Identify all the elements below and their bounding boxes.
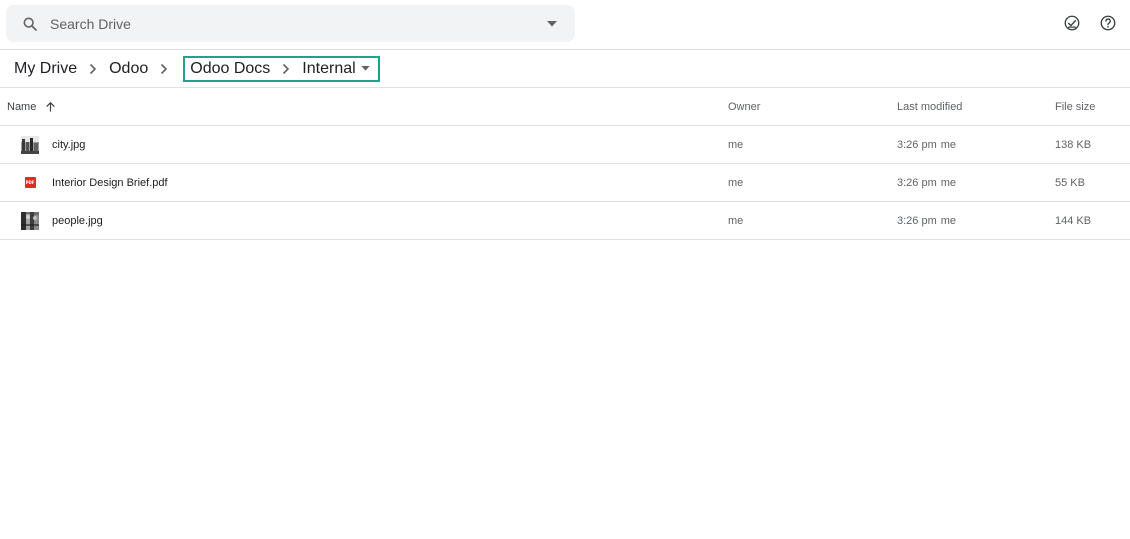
- table-header: Name Owner Last modified File size: [0, 88, 1130, 126]
- table-row[interactable]: PDF Interior Design Brief.pdf me 3:26 pm…: [0, 164, 1130, 202]
- file-type-cell: PDF: [20, 164, 40, 201]
- column-header-name[interactable]: Name: [7, 88, 56, 126]
- column-header-name-label: Name: [7, 101, 37, 113]
- modified-time: 3:26 pm: [897, 176, 937, 189]
- breadcrumb-item-odoo[interactable]: Odoo: [109, 60, 148, 78]
- check-circle-icon[interactable]: [1062, 13, 1082, 33]
- breadcrumb-highlight: Odoo Docs Internal: [183, 55, 380, 82]
- breadcrumb: My Drive Odoo Odoo Docs Internal: [0, 50, 1130, 88]
- search-input[interactable]: [50, 11, 520, 36]
- chevron-right-icon: [81, 63, 105, 75]
- file-type-cell: [20, 126, 40, 163]
- file-owner: me: [728, 176, 744, 189]
- chevron-right-icon: [152, 63, 176, 75]
- file-size: 55 KB: [1055, 176, 1085, 189]
- file-name: Interior Design Brief.pdf: [52, 176, 168, 189]
- search-icon[interactable]: [21, 15, 39, 33]
- top-right-icons: [1062, 13, 1118, 33]
- modified-by: me: [940, 176, 957, 189]
- breadcrumb-item-internal[interactable]: Internal: [302, 60, 355, 78]
- file-name: city.jpg: [52, 138, 86, 151]
- file-owner: me: [728, 214, 744, 227]
- file-size: 144 KB: [1055, 214, 1092, 227]
- breadcrumb-item-odoo-docs[interactable]: Odoo Docs: [190, 60, 270, 78]
- file-name: people.jpg: [52, 214, 103, 227]
- image-thumbnail-icon: [21, 211, 39, 230]
- column-header-last-modified[interactable]: Last modified: [897, 88, 962, 126]
- breadcrumb-item-my-drive[interactable]: My Drive: [14, 60, 77, 78]
- table-row[interactable]: city.jpg me 3:26 pm me 138 KB: [0, 126, 1130, 164]
- modified-time: 3:26 pm: [897, 214, 937, 227]
- image-thumbnail-icon: [21, 135, 39, 154]
- chevron-right-icon: [274, 63, 298, 75]
- pdf-icon: PDF: [24, 177, 36, 188]
- file-list: Name Owner Last modified File size city.…: [0, 88, 1130, 240]
- file-last-modified: 3:26 pm me: [897, 202, 956, 239]
- help-icon[interactable]: [1098, 13, 1118, 33]
- arrow-up-icon[interactable]: [44, 101, 56, 113]
- top-bar: [0, 0, 1130, 50]
- folder-menu-caret-down-icon[interactable]: [358, 61, 374, 77]
- column-header-file-size[interactable]: File size: [1055, 88, 1095, 126]
- modified-by: me: [940, 138, 957, 151]
- search-options-caret-down-icon[interactable]: [545, 17, 559, 31]
- search-box[interactable]: [6, 5, 575, 42]
- file-owner: me: [728, 138, 744, 151]
- file-size: 138 KB: [1055, 138, 1092, 151]
- modified-time: 3:26 pm: [897, 138, 937, 151]
- modified-by: me: [940, 214, 957, 227]
- file-last-modified: 3:26 pm me: [897, 126, 956, 163]
- column-header-owner[interactable]: Owner: [728, 88, 760, 126]
- table-row[interactable]: people.jpg me 3:26 pm me 144 KB: [0, 202, 1130, 240]
- file-type-cell: [20, 202, 40, 239]
- file-last-modified: 3:26 pm me: [897, 164, 956, 201]
